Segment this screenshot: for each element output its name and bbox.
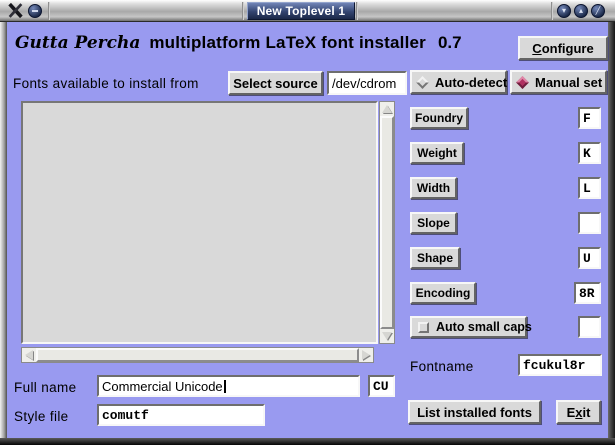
source-path-value: /dev/cdrom bbox=[332, 76, 396, 91]
full-name-label: Full name bbox=[14, 380, 76, 395]
arrow-right-icon bbox=[362, 350, 370, 360]
auto-small-caps-checkbox[interactable]: Auto small caps bbox=[410, 316, 527, 338]
radio-auto-detect-label: Auto-detect bbox=[435, 75, 507, 90]
exit-button[interactable]: Exit bbox=[556, 400, 601, 424]
shape-input[interactable]: U bbox=[578, 247, 601, 269]
app-version: 0.7 bbox=[438, 33, 462, 53]
foundry-input[interactable]: F bbox=[578, 107, 601, 129]
window-title-text: New Toplevel 1 bbox=[257, 4, 346, 18]
full-name-input[interactable]: Commercial Unicode bbox=[97, 375, 360, 397]
chevron-down-icon: ▾ bbox=[562, 7, 566, 15]
scroll-left-button[interactable] bbox=[22, 348, 36, 362]
vertical-scrollbar[interactable] bbox=[379, 101, 395, 344]
encoding-value: 8R bbox=[579, 286, 595, 301]
close-button[interactable]: ╱ bbox=[591, 4, 605, 18]
radio-manual-set[interactable]: Manual set bbox=[510, 70, 607, 94]
fontname-label: Fontname bbox=[410, 359, 474, 374]
scroll-right-button[interactable] bbox=[359, 348, 373, 362]
horizontal-scrollbar-thumb[interactable] bbox=[36, 348, 359, 362]
full-name-value: Commercial Unicode bbox=[102, 379, 223, 394]
titlebar-divider bbox=[242, 2, 244, 20]
window-title: New Toplevel 1 bbox=[247, 2, 355, 20]
radio-indicator-icon bbox=[416, 76, 429, 89]
shape-button[interactable]: Shape bbox=[410, 247, 460, 269]
radio-indicator-selected-icon bbox=[516, 76, 529, 89]
shape-value: U bbox=[583, 251, 591, 266]
scroll-up-button[interactable] bbox=[380, 102, 394, 116]
brand-name: Gutta Percha bbox=[15, 33, 140, 53]
titlebar-divider bbox=[551, 2, 553, 20]
foundry-button[interactable]: Foundry bbox=[410, 107, 468, 129]
window-border-left bbox=[0, 22, 7, 438]
titlebar-divider bbox=[356, 2, 358, 20]
checkbox-indicator-icon bbox=[418, 322, 429, 333]
foundry-value: F bbox=[583, 111, 591, 126]
weight-input[interactable]: K bbox=[578, 142, 601, 164]
window-border-right bbox=[608, 22, 615, 438]
window-border-bottom bbox=[0, 438, 615, 445]
width-button[interactable]: Width bbox=[410, 177, 457, 199]
font-listbox[interactable] bbox=[21, 101, 378, 344]
chevron-up-icon: ▴ bbox=[579, 7, 583, 15]
horizontal-scrollbar[interactable] bbox=[21, 347, 374, 363]
radio-manual-set-label: Manual set bbox=[535, 75, 602, 90]
close-icon: ╱ bbox=[596, 7, 601, 15]
text-cursor bbox=[224, 380, 226, 393]
slope-input[interactable] bbox=[578, 212, 601, 234]
style-file-value: comutf bbox=[102, 408, 149, 423]
x11-logo-icon bbox=[7, 2, 24, 19]
arrow-up-icon bbox=[382, 105, 392, 113]
titlebar[interactable]: New Toplevel 1 ▾ ▴ ╱ bbox=[0, 0, 615, 22]
configure-button[interactable]: Configure bbox=[518, 36, 608, 60]
short-name-value: CU bbox=[373, 379, 389, 394]
fontname-value: fcukul8r bbox=[523, 358, 585, 373]
style-file-label: Style file bbox=[14, 409, 69, 424]
short-name-input[interactable]: CU bbox=[368, 375, 395, 397]
maximize-button[interactable]: ▴ bbox=[574, 4, 588, 18]
titlebar-divider bbox=[48, 2, 50, 20]
weight-value: K bbox=[583, 146, 591, 161]
window-menu-icon bbox=[32, 10, 38, 12]
radio-auto-detect[interactable]: Auto-detect bbox=[410, 70, 507, 94]
arrow-down-icon bbox=[382, 332, 392, 340]
app-title: multiplatform LaTeX font installer bbox=[149, 33, 426, 53]
style-file-input[interactable]: comutf bbox=[97, 404, 265, 426]
small-caps-input[interactable] bbox=[578, 316, 601, 338]
slope-button[interactable]: Slope bbox=[410, 212, 457, 234]
source-label: Fonts available to install from bbox=[13, 76, 199, 91]
vertical-scrollbar-thumb[interactable] bbox=[380, 116, 394, 329]
list-installed-fonts-button[interactable]: List installed fonts bbox=[408, 400, 541, 424]
fontname-input[interactable]: fcukul8r bbox=[518, 354, 602, 376]
application-window: New Toplevel 1 ▾ ▴ ╱ Gutta Percha multip… bbox=[0, 0, 615, 445]
width-input[interactable]: L bbox=[578, 177, 601, 199]
arrow-left-icon bbox=[25, 350, 33, 360]
weight-button[interactable]: Weight bbox=[410, 142, 464, 164]
encoding-input[interactable]: 8R bbox=[574, 282, 601, 304]
shade-button[interactable]: ▾ bbox=[557, 4, 571, 18]
width-value: L bbox=[583, 181, 591, 196]
window-menu-button[interactable] bbox=[28, 4, 42, 18]
source-path-input[interactable]: /dev/cdrom bbox=[327, 71, 407, 95]
auto-small-caps-label: Auto small caps bbox=[436, 320, 532, 334]
select-source-button[interactable]: Select source bbox=[228, 71, 323, 95]
app-header: Gutta Percha multiplatform LaTeX font in… bbox=[15, 33, 462, 53]
encoding-button[interactable]: Encoding bbox=[410, 282, 476, 304]
scroll-down-button[interactable] bbox=[380, 329, 394, 343]
